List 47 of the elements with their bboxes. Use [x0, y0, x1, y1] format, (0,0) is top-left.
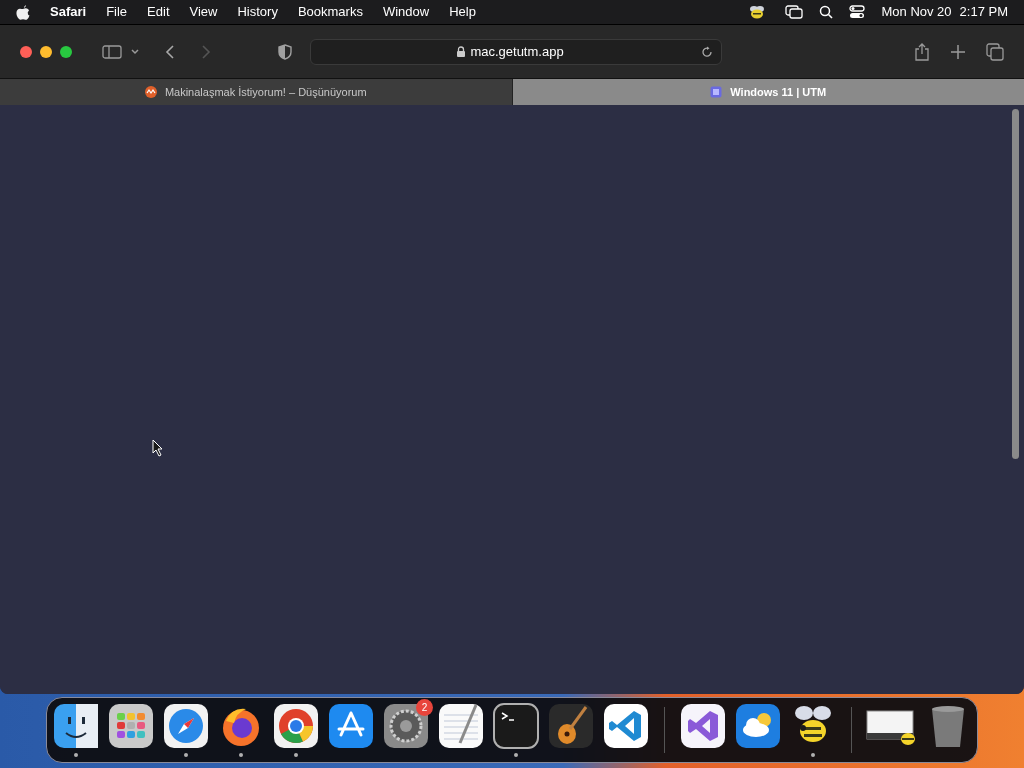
apple-logo-icon[interactable]	[16, 4, 30, 20]
notepad-icon[interactable]	[438, 703, 484, 749]
compass-icon[interactable]	[163, 703, 209, 749]
control-center-icon[interactable]	[849, 5, 866, 19]
app-store-icon[interactable]	[328, 703, 374, 749]
address-text: mac.getutm.app	[470, 42, 564, 61]
screen-mirroring-icon[interactable]	[785, 5, 804, 19]
address-field[interactable]: mac.getutm.app	[310, 38, 722, 65]
menu-item[interactable]: History	[237, 2, 278, 22]
lock-icon	[456, 45, 467, 58]
browser-tab[interactable]: Makinalaşmak İstiyorum! – Düşünüyorum	[0, 79, 513, 105]
plus-icon[interactable]	[950, 43, 966, 60]
menu-item[interactable]: Edit	[147, 2, 170, 22]
weather-icon[interactable]	[734, 703, 781, 749]
minimize-button[interactable]	[40, 45, 52, 58]
share-icon[interactable]	[914, 41, 930, 62]
tab-title: Makinalaşmak İstiyorum! – Düşünüyorum	[164, 84, 367, 100]
guitar-icon[interactable]	[548, 703, 594, 749]
gear-icon[interactable]	[383, 703, 429, 749]
menu-item[interactable]: Bookmarks	[297, 2, 363, 22]
mouse-pointer-icon	[152, 439, 164, 457]
bee-icon[interactable]	[749, 5, 766, 19]
tab-favicon-icon	[710, 86, 723, 98]
code-editor-icon[interactable]	[603, 703, 649, 749]
shield-icon[interactable]	[278, 43, 292, 60]
close-button[interactable]	[20, 45, 32, 58]
reload-icon[interactable]	[701, 45, 713, 58]
terminal-icon[interactable]	[493, 703, 539, 749]
menu-bar-time[interactable]: 2:17 PM	[959, 2, 1008, 22]
app-grid-icon[interactable]	[108, 703, 154, 749]
sidebar-icon[interactable]	[102, 43, 122, 60]
tab-favicon-icon	[144, 86, 157, 98]
tab-title: Windows 11 | UTM	[730, 84, 827, 100]
smiling-face-icon[interactable]	[53, 703, 99, 749]
chevron-down-icon[interactable]	[130, 47, 140, 56]
search-icon[interactable]	[819, 5, 834, 19]
menu-item[interactable]: File	[106, 2, 128, 22]
back-icon[interactable]	[164, 43, 176, 60]
menu-item[interactable]: Window	[382, 2, 430, 22]
app-menu[interactable]: Safari	[50, 2, 87, 22]
scrollbar-thumb[interactable]	[1012, 109, 1019, 459]
zoom-button[interactable]	[60, 45, 72, 58]
menu-bar-date[interactable]: Mon Nov 20	[881, 2, 952, 22]
tabs-overview-icon[interactable]	[986, 42, 1004, 61]
menu-item[interactable]: View	[189, 2, 218, 22]
notification-badge: 2	[416, 699, 433, 716]
menu-item[interactable]: Help	[449, 2, 476, 22]
